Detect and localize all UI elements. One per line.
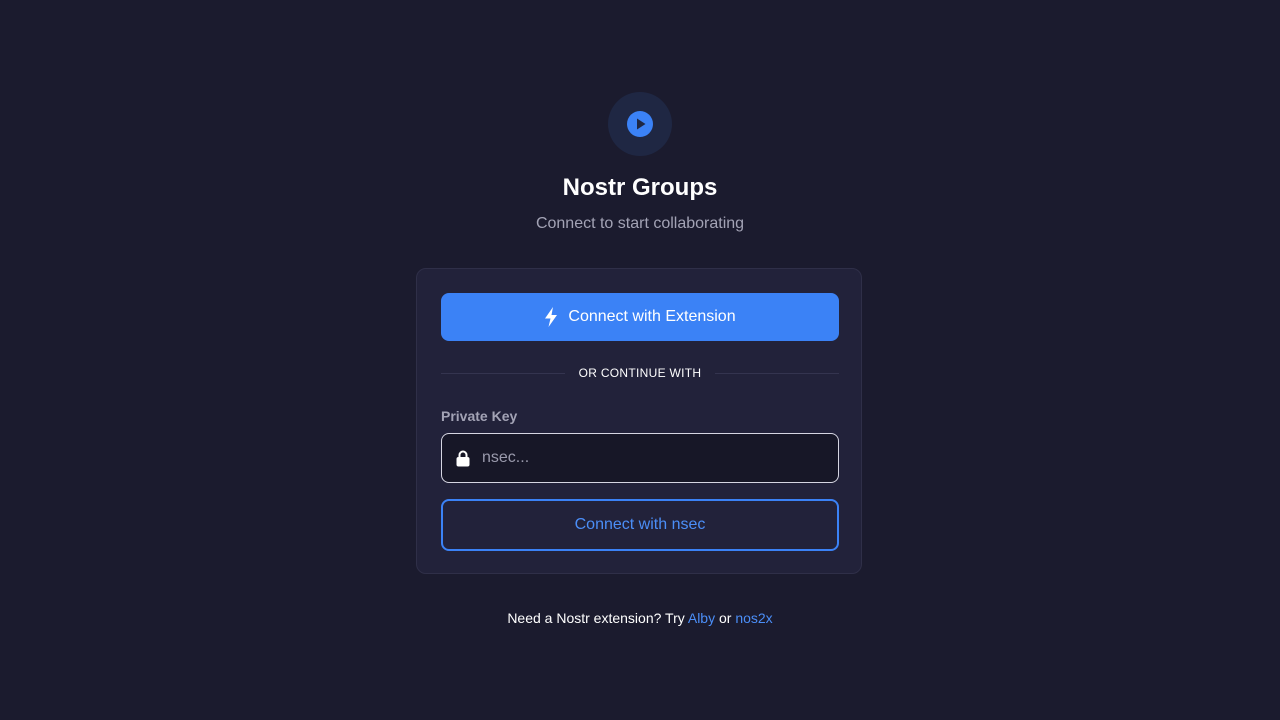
- nos2x-link[interactable]: nos2x: [735, 610, 772, 626]
- alby-link[interactable]: Alby: [688, 610, 715, 626]
- lightning-bolt-icon: [544, 307, 558, 327]
- connect-extension-label: Connect with Extension: [568, 308, 736, 325]
- footer-prefix: Need a Nostr extension? Try: [507, 610, 685, 626]
- app-logo: [608, 92, 672, 156]
- connect-nsec-button[interactable]: Connect with nsec: [441, 499, 839, 551]
- lock-icon: [456, 450, 470, 467]
- play-circle-icon: [627, 111, 653, 137]
- login-card: Connect with Extension OR CONTINUE WITH …: [416, 268, 862, 574]
- footer-separator: or: [718, 610, 732, 626]
- divider-line-right: [715, 373, 839, 374]
- private-key-input[interactable]: [482, 434, 832, 482]
- private-key-label: Private Key: [441, 408, 518, 424]
- page-subtitle: Connect to start collaborating: [535, 215, 745, 232]
- page-title: Nostr Groups: [562, 174, 718, 201]
- or-divider: OR CONTINUE WITH: [441, 365, 839, 381]
- connect-extension-button[interactable]: Connect with Extension: [441, 293, 839, 341]
- footer-text: Need a Nostr extension? Try Alby or nos2…: [0, 609, 1280, 627]
- private-key-field[interactable]: [441, 433, 839, 483]
- login-page: Nostr Groups Connect to start collaborat…: [0, 0, 1280, 720]
